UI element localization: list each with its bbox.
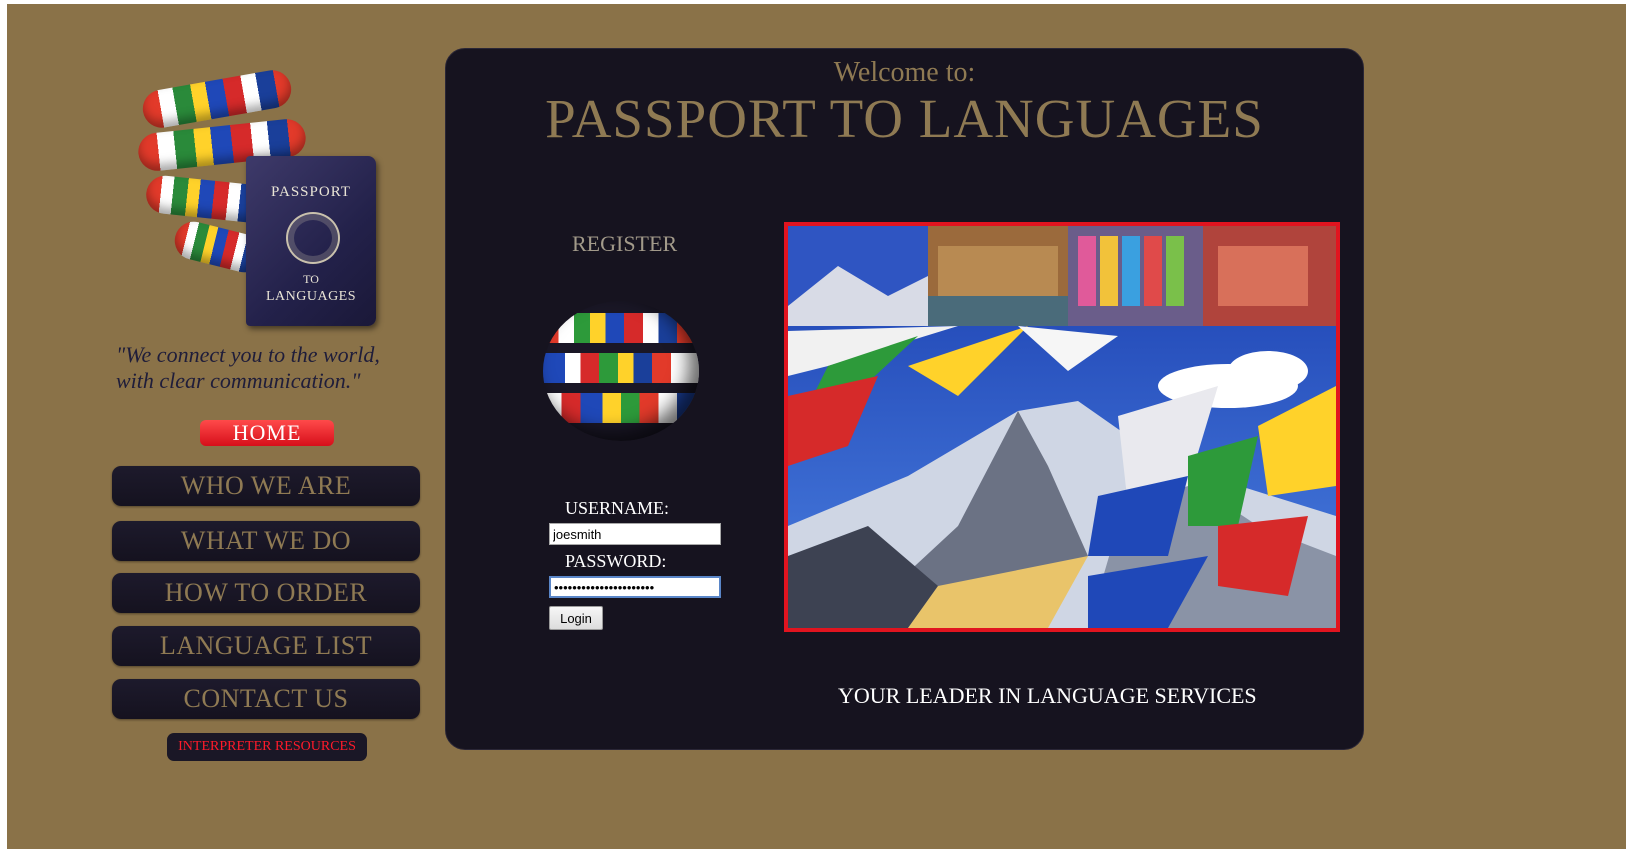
tagline-line-2: with clear communication." [116, 368, 361, 393]
nav-home-button[interactable]: HOME [200, 420, 334, 446]
tagline: "We connect you to the world, with clear… [116, 342, 436, 394]
username-label: USERNAME: [565, 498, 670, 518]
flag-globe-icon [543, 301, 699, 441]
nav-contact-us-button[interactable]: CONTACT US [112, 679, 420, 719]
site-logo[interactable]: PASSPORT TO LANGUAGES [136, 67, 392, 338]
register-link[interactable]: REGISTER [572, 231, 677, 257]
password-label: PASSWORD: [565, 551, 667, 571]
username-field[interactable] [549, 523, 721, 545]
main-panel: Welcome to: PASSPORT TO LANGUAGES REGIST… [445, 48, 1364, 750]
interpreter-resources-button[interactable]: INTERPRETER RESOURCES [167, 733, 367, 761]
password-field[interactable] [549, 576, 721, 598]
nav-what-we-do-button[interactable]: WHAT WE DO [112, 521, 420, 561]
eagle-seal-icon [286, 212, 340, 264]
login-button[interactable]: Login [549, 606, 603, 630]
welcome-text: Welcome to: [833, 57, 976, 88]
passport-title: PASSPORT [271, 184, 351, 200]
passport-icon: PASSPORT TO LANGUAGES [246, 156, 376, 326]
nav-language-list-button[interactable]: LANGUAGE LIST [112, 626, 420, 666]
page-title: PASSPORT TO LANGUAGES [545, 88, 1264, 149]
tagline-line-1: "We connect you to the world, [116, 342, 380, 367]
footer-slogan: YOUR LEADER IN LANGUAGE SERVICES [838, 683, 1257, 708]
nav-who-we-are-button[interactable]: WHO WE ARE [112, 466, 420, 506]
passport-to: TO [303, 272, 319, 286]
mountain-prayer-flags-image [788, 226, 1336, 628]
hero-image [784, 222, 1340, 632]
passport-languages: LANGUAGES [265, 289, 357, 304]
nav-how-to-order-button[interactable]: HOW TO ORDER [112, 573, 420, 613]
